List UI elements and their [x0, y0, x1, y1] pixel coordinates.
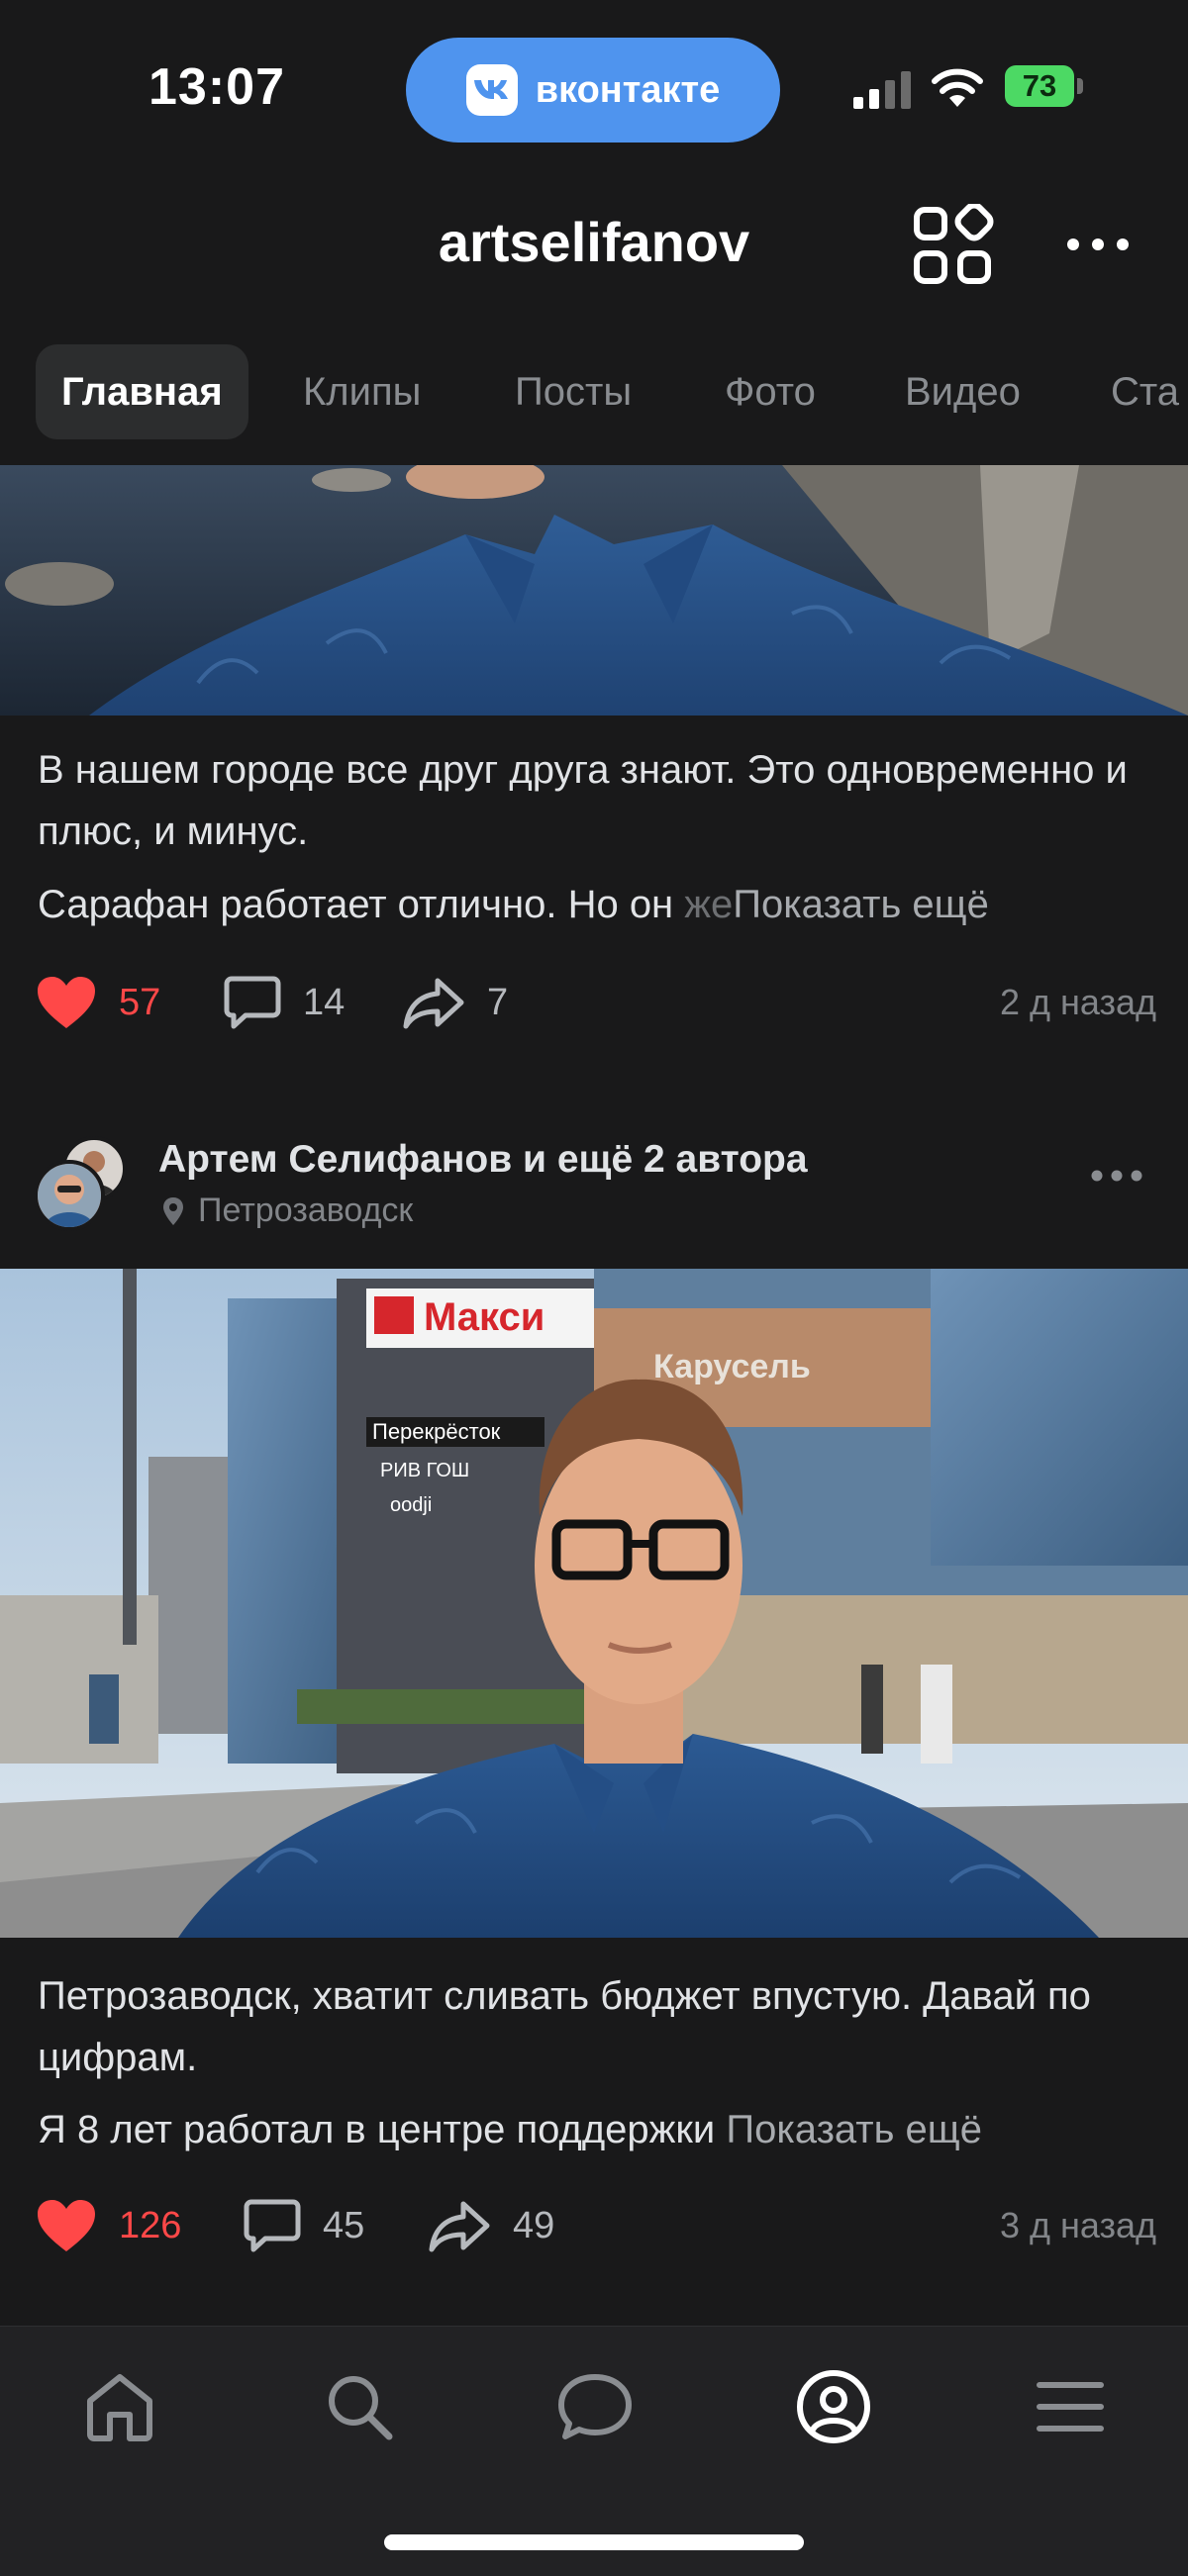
post1-photo[interactable]	[0, 465, 1188, 716]
sign-maksi: Макси	[424, 1295, 544, 1339]
nav-search[interactable]	[315, 2362, 404, 2451]
post1-show-more-link[interactable]: Показать ещё	[733, 883, 989, 926]
post1-comments-count: 14	[303, 981, 346, 1023]
post2-show-more-link[interactable]: Показать ещё	[726, 2108, 982, 2151]
wifi-icon	[932, 68, 983, 107]
sign-perekrestok: Перекрёсток	[372, 1419, 501, 1444]
tab-more-truncated[interactable]: Ста	[1085, 344, 1188, 439]
post1-time: 2 д назад	[999, 982, 1156, 1022]
post1-preview-fade: же	[684, 883, 734, 926]
home-indicator[interactable]	[384, 2534, 804, 2550]
battery-level: 73	[1022, 68, 1057, 103]
nav-menu[interactable]	[1026, 2362, 1115, 2451]
post1-likes-count: 57	[119, 981, 161, 1023]
post1-preview-text: Сарафан работает отлично. Но он	[38, 883, 685, 926]
search-icon	[329, 2376, 393, 2440]
menu-icon	[1037, 2382, 1104, 2432]
post1-text: В нашем городе все друг друга знают. Это…	[38, 748, 1128, 853]
post1-comment-button[interactable]: 14	[224, 968, 345, 1037]
location-pin-icon	[163, 1196, 183, 1225]
post1-like-button[interactable]: 57	[36, 968, 160, 1037]
post1-preview: Сарафан работает отлично. Но он жеПоказа…	[38, 883, 1156, 927]
post2-actions: 126 45 49 3 д назад	[0, 2191, 1188, 2260]
tab-main[interactable]: Главная	[36, 344, 248, 439]
post2-text: Петрозаводск, хватит сливать бюджет впус…	[38, 1974, 1091, 2079]
nav-messages[interactable]	[550, 2362, 640, 2451]
heart-icon	[38, 977, 95, 1028]
profile-header: artselifanov	[0, 178, 1188, 327]
tab-posts[interactable]: Посты	[489, 344, 657, 439]
post2-reposts-count: 49	[513, 2204, 555, 2246]
status-bar: 13:07 вконтакте 73	[0, 0, 1188, 178]
messages-icon	[558, 2374, 632, 2439]
profile-icon	[797, 2370, 870, 2443]
bottom-navigation	[0, 2326, 1188, 2576]
share-icon	[429, 2201, 490, 2252]
post2-location: Петрозаводск	[162, 1192, 413, 1230]
profile-tabs: Главная Клипы Посты Фото Видео Ста	[0, 336, 1188, 445]
sign-riv-gosh: РИВ ГОШ	[380, 1460, 469, 1481]
post2-share-button[interactable]: 49	[428, 2191, 554, 2260]
post1-share-button[interactable]: 7	[402, 968, 508, 1037]
tab-videos[interactable]: Видео	[879, 344, 1046, 439]
post1-reposts-count: 7	[487, 981, 509, 1023]
post2-photo[interactable]: Макси Перекрёсток РИВ ГОШ oodji Карусель	[0, 1269, 1188, 1938]
post2-preview-text: Я 8 лет работал в центре поддержки	[38, 2108, 727, 2151]
post2-more-icon[interactable]	[1087, 1156, 1146, 1195]
post2-like-button[interactable]: 126	[36, 2191, 181, 2260]
sign-oodji: oodji	[390, 1494, 432, 1516]
home-icon	[87, 2374, 152, 2441]
post2-time: 3 д назад	[999, 2205, 1156, 2245]
tab-clips[interactable]: Клипы	[277, 344, 446, 439]
comment-icon	[244, 2199, 301, 2252]
vk-app-pill[interactable]: вконтакте	[406, 38, 780, 143]
tab-photos[interactable]: Фото	[699, 344, 842, 439]
post1-actions: 57 14 7 2 д назад	[0, 968, 1188, 1037]
status-time: 13:07	[148, 58, 285, 116]
share-icon	[403, 978, 464, 1029]
sign-karusel: Карусель	[653, 1348, 811, 1385]
nav-home[interactable]	[75, 2362, 164, 2451]
author-avatar[interactable]	[34, 1160, 105, 1231]
vk-pill-label: вконтакте	[535, 68, 721, 111]
nav-profile[interactable]	[789, 2362, 878, 2451]
post2-likes-count: 126	[119, 2204, 182, 2246]
battery-icon: 73	[1005, 65, 1084, 107]
post2-comments-count: 45	[323, 2204, 365, 2246]
page-title: artselifanov	[438, 211, 750, 273]
post2-location-text: Петрозаводск	[198, 1192, 414, 1229]
post2-preview: Я 8 лет работал в центре поддержки Показ…	[38, 2108, 1156, 2152]
post2-author-row[interactable]: Артем Селифанов и ещё 2 автора Петрозаво…	[0, 1126, 1188, 1235]
post2-author-name[interactable]: Артем Селифанов и ещё 2 автора	[158, 1138, 808, 1182]
signal-icon	[853, 71, 911, 109]
more-horizontal-icon[interactable]	[1063, 220, 1133, 269]
comment-icon	[224, 976, 281, 1029]
vk-logo-icon	[465, 64, 518, 116]
heart-icon	[38, 2200, 95, 2251]
post2-comment-button[interactable]: 45	[244, 2191, 364, 2260]
apps-grid-icon[interactable]	[911, 204, 994, 287]
